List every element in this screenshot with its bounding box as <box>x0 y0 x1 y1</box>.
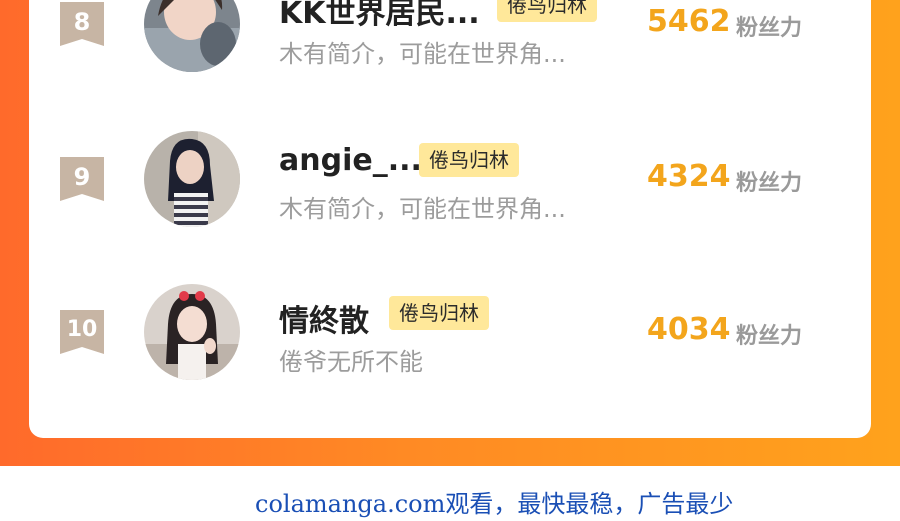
user-bio: 倦爷无所不能 <box>279 348 423 376</box>
fan-power-unit: 粉丝力 <box>736 171 803 196</box>
avatar-image <box>144 0 240 72</box>
group-tag: 倦鸟归林 <box>497 0 597 22</box>
rank-badge: 8 <box>60 2 104 46</box>
avatar[interactable] <box>144 131 240 227</box>
avatar-image <box>144 131 240 227</box>
ranking-row[interactable]: 8 KK世界居民... 倦鸟归林 木有简介，可能在世界角... 5462 粉丝力 <box>29 0 871 78</box>
avatar[interactable] <box>144 284 240 380</box>
avatar[interactable] <box>144 0 240 72</box>
rank-badge: 10 <box>60 310 104 354</box>
user-name[interactable]: angie_... <box>279 143 422 178</box>
ranking-row[interactable]: 9 angie_... 倦鸟归林 木有简介，可能在世界角... 4324 粉丝力 <box>29 123 871 233</box>
group-tag: 倦鸟归林 <box>419 143 519 177</box>
user-name[interactable]: KK世界居民... <box>279 0 480 32</box>
fan-power-score: 5462 <box>647 4 731 39</box>
fan-power-score: 4034 <box>647 312 731 347</box>
watermark-text: colamanga.com观看，最快最稳，广告最少 <box>255 490 734 518</box>
ranking-card: 8 KK世界居民... 倦鸟归林 木有简介，可能在世界角... 5462 粉丝力… <box>29 0 871 438</box>
group-tag: 倦鸟归林 <box>389 296 489 330</box>
fan-power-unit: 粉丝力 <box>736 16 803 41</box>
ranking-panel-frame: 8 KK世界居民... 倦鸟归林 木有简介，可能在世界角... 5462 粉丝力… <box>0 0 900 466</box>
fan-power-score: 4324 <box>647 159 731 194</box>
user-name[interactable]: 情終散 <box>279 296 369 340</box>
ranking-row[interactable]: 10 情終散 倦鸟归林 倦爷无所不能 4034 粉丝力 <box>29 276 871 386</box>
footer: colamanga.com观看，最快最稳，广告最少 <box>0 466 900 521</box>
rank-badge: 9 <box>60 157 104 201</box>
user-bio: 木有简介，可能在世界角... <box>279 195 566 223</box>
fan-power-unit: 粉丝力 <box>736 324 803 349</box>
user-bio: 木有简介，可能在世界角... <box>279 40 566 68</box>
avatar-image <box>144 284 240 380</box>
